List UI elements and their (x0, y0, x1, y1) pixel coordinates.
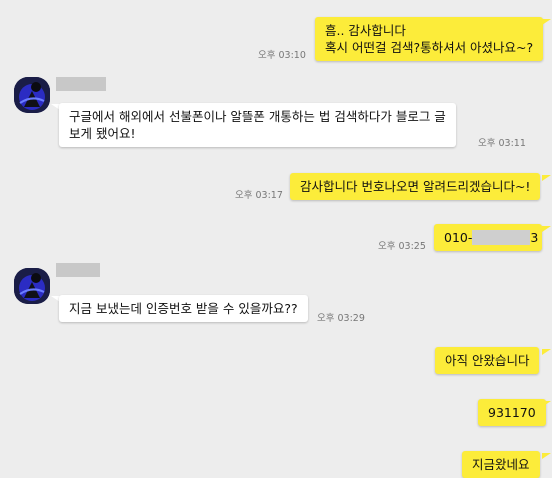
message-bubble[interactable]: 지금 보냈는데 인증번호 받을 수 있을까요?? (59, 295, 308, 322)
bubble-tail (542, 226, 551, 232)
bubble-tail (542, 349, 551, 355)
message-bubble-phone-number[interactable]: 010- 3 (434, 224, 542, 251)
message-timestamp: 오후 03:11 (478, 138, 526, 149)
bubble-tail (542, 175, 551, 181)
contact-avatar[interactable] (14, 268, 50, 304)
message-timestamp: 오후 03:25 (378, 241, 426, 252)
sender-name-masked (56, 263, 100, 277)
phone-suffix: 3 (530, 230, 539, 245)
message-bubble[interactable]: 931170 (478, 399, 546, 426)
avatar-image (14, 268, 50, 304)
message-bubble[interactable]: 아직 안왔습니다 (435, 347, 540, 374)
message-bubble[interactable]: 감사합니다 번호나오면 알려드리겠습니다~! (290, 173, 541, 200)
phone-prefix: 010- (444, 230, 473, 245)
message-bubble[interactable]: 구글에서 해외에서 선불폰이나 알뜰폰 개통하는 법 검색하다가 블로그 글 보… (59, 103, 456, 147)
bubble-tail (542, 19, 551, 25)
bubble-tail (542, 453, 551, 459)
message-bubble[interactable]: 흠.. 감사합니다 혹시 어떤걸 검색?통하셔서 아셨나요~? (315, 17, 544, 61)
sender-name-masked (56, 77, 106, 91)
message-bubble[interactable]: 지금왔네요 (462, 451, 540, 478)
contact-avatar[interactable] (14, 77, 50, 113)
message-timestamp: 오후 03:17 (235, 190, 283, 201)
message-timestamp: 오후 03:29 (317, 313, 365, 324)
message-timestamp: 오후 03:10 (258, 50, 306, 61)
avatar-image (14, 77, 50, 113)
redacted-block (472, 230, 531, 245)
bubble-tail (542, 401, 551, 407)
